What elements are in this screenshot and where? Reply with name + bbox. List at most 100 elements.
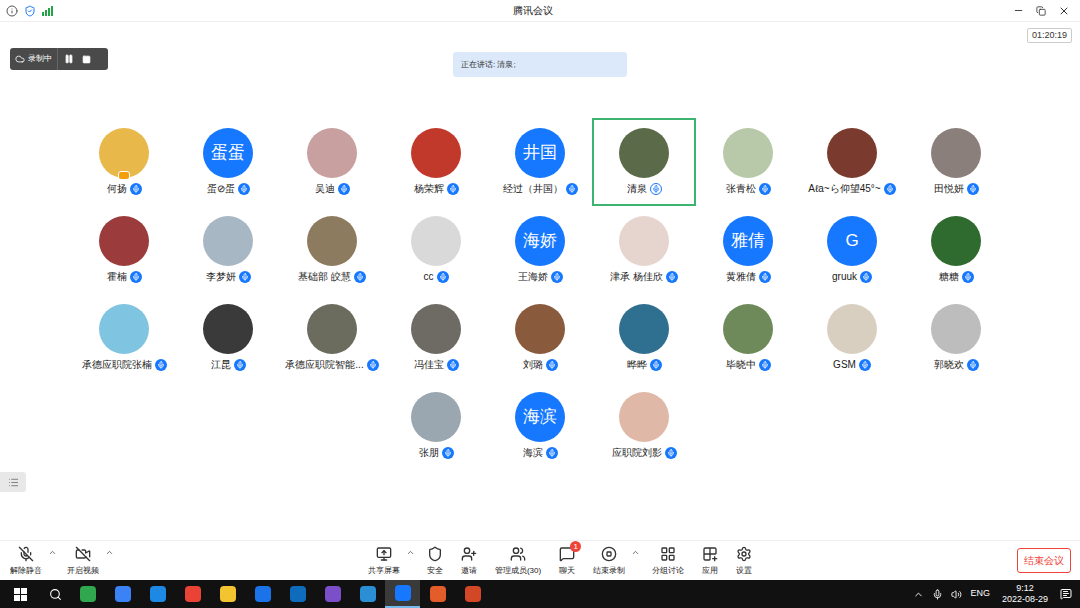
- chevron-up-icon[interactable]: [406, 548, 415, 557]
- avatar-photo: [827, 304, 877, 354]
- participant-name: 刘璐: [523, 358, 543, 372]
- taskbar-app-icon[interactable]: [280, 580, 315, 608]
- participant-tile[interactable]: 糖糖: [904, 206, 1008, 294]
- participant-tile[interactable]: 李梦妍: [176, 206, 280, 294]
- participant-tile[interactable]: cc: [384, 206, 488, 294]
- signal-icon: [42, 6, 53, 16]
- mic-icon: [447, 359, 459, 371]
- stop-icon[interactable]: [82, 55, 91, 64]
- participant-tile[interactable]: 津承 杨佳欣: [592, 206, 696, 294]
- taskbar-app-icon[interactable]: [385, 580, 420, 608]
- participant-tile[interactable]: 郭晓欢: [904, 294, 1008, 382]
- participant-tile[interactable]: 晔晔: [592, 294, 696, 382]
- windows-start-icon[interactable]: [0, 588, 40, 601]
- taskbar-app-icon[interactable]: [350, 580, 385, 608]
- participant-tile[interactable]: 何扬: [72, 118, 176, 206]
- participant-tile[interactable]: 海滨海滨: [488, 382, 592, 470]
- mic-icon: [967, 359, 979, 371]
- taskbar-app-icon[interactable]: [140, 580, 175, 608]
- participant-tile[interactable]: 承德应职院张楠: [72, 294, 176, 382]
- toolbar-item[interactable]: 安全: [421, 546, 449, 576]
- participant-tile[interactable]: 杨荣辉: [384, 118, 488, 206]
- participant-tile[interactable]: 应职院刘影: [592, 382, 696, 470]
- participant-name: 蛋⊘蛋: [207, 182, 235, 196]
- participant-tile[interactable]: Ggruuk: [800, 206, 904, 294]
- avatar-photo: [411, 304, 461, 354]
- taskbar-app-icon[interactable]: [420, 580, 455, 608]
- mic-icon: [650, 183, 662, 195]
- window-title: 腾讯会议: [53, 3, 1013, 18]
- taskbar-app-icon[interactable]: [245, 580, 280, 608]
- input-language[interactable]: ENG: [970, 587, 990, 601]
- participant-name: 糖糖: [939, 270, 959, 284]
- taskbar-app-icon[interactable]: [175, 580, 210, 608]
- toolbar-item[interactable]: 分组讨论: [646, 546, 690, 576]
- chevron-up-icon[interactable]: [631, 548, 640, 557]
- toolbar-item[interactable]: 管理成员(30): [489, 546, 547, 576]
- tray-mic-icon: [932, 589, 943, 600]
- pause-icon[interactable]: [64, 54, 74, 64]
- mic-icon: [551, 271, 563, 283]
- avatar-photo: [827, 128, 877, 178]
- toolbar-item[interactable]: 邀请: [455, 546, 483, 576]
- clock[interactable]: 9:122022-08-29: [998, 583, 1052, 605]
- participant-tile[interactable]: 田悦妍: [904, 118, 1008, 206]
- participant-tile[interactable]: 江昆: [176, 294, 280, 382]
- search-icon[interactable]: [40, 588, 70, 601]
- participant-name: Aℓa~ら仰望45°~: [808, 182, 880, 196]
- participant-tile[interactable]: 吴迪: [280, 118, 384, 206]
- participant-name-row: 经过（井国）: [503, 182, 578, 196]
- video-off-icon: [75, 546, 91, 562]
- participant-name: 黄雅倩: [726, 270, 756, 284]
- meeting-toolbar: 解除静音 开启视频 共享屏幕安全邀请管理成员(30) 1聊天结束录制分组讨论应用设置 结…: [0, 540, 1080, 580]
- participant-tile[interactable]: GSM: [800, 294, 904, 382]
- participant-tile[interactable]: 基础部 皎慧: [280, 206, 384, 294]
- list-toggle-icon[interactable]: [0, 472, 26, 492]
- title-bar: 腾讯会议: [0, 0, 1080, 22]
- participant-name-row: 糖糖: [939, 270, 974, 284]
- participant-tile[interactable]: 蛋蛋蛋⊘蛋: [176, 118, 280, 206]
- chevron-up-icon[interactable]: [48, 548, 57, 557]
- participant-name: 郭晓欢: [934, 358, 964, 372]
- participant-tile[interactable]: 井国经过（井国）: [488, 118, 592, 206]
- participant-tile[interactable]: 海娇王海娇: [488, 206, 592, 294]
- taskbar-app-icon[interactable]: [105, 580, 140, 608]
- toolbar-item[interactable]: 解除静音: [4, 546, 57, 576]
- toolbar-item[interactable]: 共享屏幕: [362, 546, 415, 576]
- end-meeting-button[interactable]: 结束会议: [1017, 548, 1071, 573]
- participant-tile[interactable]: 张朋: [384, 382, 488, 470]
- participant-tile[interactable]: 霍楠: [72, 206, 176, 294]
- toolbar-label: 解除静音: [10, 565, 42, 576]
- participant-name: 王海娇: [518, 270, 548, 284]
- taskbar-app-icon[interactable]: [315, 580, 350, 608]
- toolbar-item[interactable]: 开启视频: [61, 546, 114, 576]
- mic-icon: [239, 271, 251, 283]
- mic-icon: [666, 271, 678, 283]
- avatar-photo: [931, 128, 981, 178]
- toolbar-label: 管理成员(30): [495, 565, 541, 576]
- chevron-up-icon[interactable]: [105, 548, 114, 557]
- taskbar-app-icon[interactable]: [210, 580, 245, 608]
- mic-icon: [546, 447, 558, 459]
- participant-name-row: Aℓa~ら仰望45°~: [808, 182, 895, 196]
- participant-tile[interactable]: 刘璐: [488, 294, 592, 382]
- apps-icon: [702, 546, 718, 562]
- toolbar-item[interactable]: 1聊天: [553, 546, 581, 576]
- taskbar-app-icon[interactable]: [455, 580, 490, 608]
- participant-tile[interactable]: 冯佳宝: [384, 294, 488, 382]
- avatar-photo: [307, 216, 357, 266]
- toolbar-item[interactable]: 应用: [696, 546, 724, 576]
- participant-tile[interactable]: Aℓa~ら仰望45°~: [800, 118, 904, 206]
- invite-icon: [461, 546, 477, 562]
- participant-tile[interactable]: 雅倩黄雅倩: [696, 206, 800, 294]
- participant-tile[interactable]: 毕晓中: [696, 294, 800, 382]
- participant-tile[interactable]: 张青松: [696, 118, 800, 206]
- avatar-photo: [515, 304, 565, 354]
- taskbar-app-icon[interactable]: [70, 580, 105, 608]
- participant-tile[interactable]: 清泉: [592, 118, 696, 206]
- toolbar-item[interactable]: 结束录制: [587, 546, 640, 576]
- participant-tile[interactable]: 承德应职院智能...: [280, 294, 384, 382]
- toolbar-item[interactable]: 设置: [730, 546, 758, 576]
- toolbar-label: 开启视频: [67, 565, 99, 576]
- participant-name-row: 冯佳宝: [414, 358, 459, 372]
